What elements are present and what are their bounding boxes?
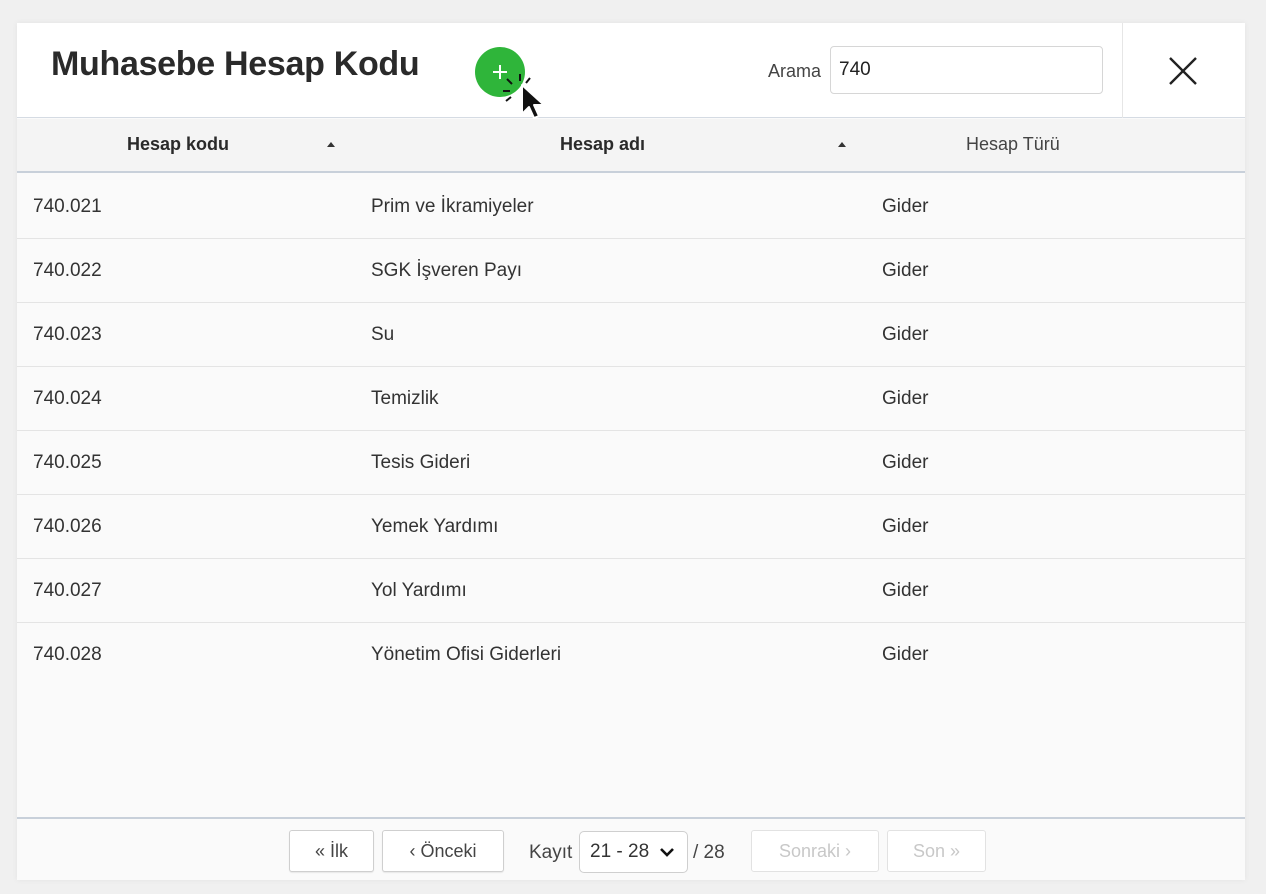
table-row[interactable]: 740.026 Yemek Yardımı Gider [17,495,1245,559]
add-account-button[interactable] [475,47,525,97]
table-row[interactable]: 740.024 Temizlik Gider [17,367,1245,431]
table-row[interactable]: 740.021 Prim ve İkramiyeler Gider [17,175,1245,239]
previous-page-button[interactable]: ‹ Önceki [382,830,504,872]
cell-name: Yol Yardımı [371,580,467,601]
records-total: / 28 [693,842,725,863]
modal-header: Muhasebe Hesap Kodu Arama [17,23,1245,118]
close-icon[interactable] [1165,53,1201,89]
sort-ascending-icon[interactable] [838,142,846,147]
table-row[interactable]: 740.025 Tesis Gideri Gider [17,431,1245,495]
cell-name: Prim ve İkramiyeler [371,196,534,217]
table-row[interactable]: 740.023 Su Gider [17,303,1245,367]
column-header-code[interactable]: Hesap kodu [127,134,229,155]
cell-name: Yemek Yardımı [371,516,499,537]
pagination-bar: « İlk ‹ Önceki Kayıt 21 - 28 / 28 Sonrak… [17,817,1245,880]
cell-name: SGK İşveren Payı [371,260,523,281]
chevron-down-icon [660,848,674,857]
table-row[interactable]: 740.022 SGK İşveren Payı Gider [17,239,1245,303]
cell-name: Tesis Gideri [371,452,471,473]
cell-code: 740.023 [33,324,102,345]
cell-type: Gider [882,260,929,281]
table-body: 740.021 Prim ve İkramiyeler Gider 740.02… [17,175,1245,687]
account-code-modal: Muhasebe Hesap Kodu Arama Hesap kodu Hes… [17,23,1245,880]
search-label: Arama [768,61,822,81]
records-range-select[interactable]: 21 - 28 [579,831,688,873]
cell-code: 740.022 [33,260,102,281]
page-title: Muhasebe Hesap Kodu [51,45,420,83]
cell-code: 740.027 [33,580,102,601]
cell-name: Su [371,324,395,345]
column-header-name[interactable]: Hesap adı [560,134,645,155]
cell-type: Gider [882,644,929,665]
column-header-type: Hesap Türü [966,134,1060,154]
last-page-button[interactable]: Son » [887,830,986,872]
cell-type: Gider [882,388,929,409]
cell-type: Gider [882,516,929,537]
cell-type: Gider [882,196,929,217]
table-header: Hesap kodu Hesap adı Hesap Türü [17,119,1245,173]
cell-type: Gider [882,324,929,345]
plus-icon [493,65,507,79]
cell-name: Temizlik [371,388,439,409]
cell-code: 740.028 [33,644,102,665]
search-input[interactable] [830,46,1103,94]
cell-code: 740.025 [33,452,102,473]
cell-code: 740.021 [33,196,102,217]
first-page-button[interactable]: « İlk [289,830,374,872]
cell-name: Yönetim Ofisi Giderleri [371,644,562,665]
cell-type: Gider [882,452,929,473]
table-row[interactable]: 740.027 Yol Yardımı Gider [17,559,1245,623]
cell-type: Gider [882,580,929,601]
cell-code: 740.024 [33,388,102,409]
next-page-button[interactable]: Sonraki › [751,830,879,872]
table-row[interactable]: 740.028 Yönetim Ofisi Giderleri Gider [17,623,1245,687]
cell-code: 740.026 [33,516,102,537]
close-divider [1122,23,1123,118]
records-label: Kayıt [529,842,573,863]
records-range-value: 21 - 28 [590,841,650,862]
sort-ascending-icon[interactable] [327,142,335,147]
